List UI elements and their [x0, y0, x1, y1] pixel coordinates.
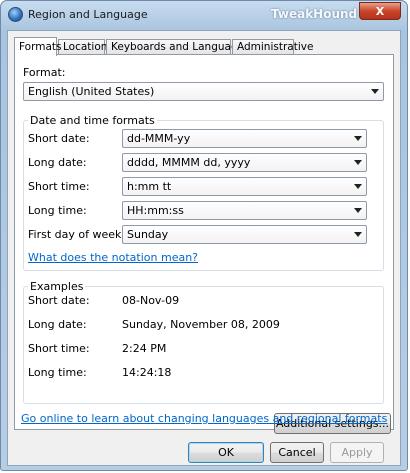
first-day-of-week-select-value: Sunday [127, 228, 169, 241]
dialog-client-area: Formats Location Keyboards and Languages… [7, 30, 401, 466]
globe-icon [8, 7, 23, 22]
title-bar[interactable]: Region and Language TweakHound X [1, 1, 407, 29]
example-short-time-label: Short time: [28, 342, 90, 355]
tab-administrative[interactable]: Administrative [232, 39, 313, 55]
example-long-time-label: Long time: [28, 366, 87, 379]
short-date-select[interactable]: dd-MMM-yy [122, 129, 367, 148]
chevron-down-icon [354, 160, 362, 165]
chevron-down-icon [354, 232, 362, 237]
notation-help-link[interactable]: What does the notation mean? [28, 251, 198, 264]
short-time-select[interactable]: h:mm tt [122, 177, 367, 196]
chevron-down-icon [354, 136, 362, 141]
format-select-value: English (United States) [28, 85, 155, 98]
tab-location[interactable]: Location [58, 39, 107, 55]
example-short-time-value: 2:24 PM [122, 342, 167, 355]
examples-group: Examples Short date: 08-Nov-09 Long date… [23, 280, 384, 404]
region-language-window: Region and Language TweakHound X Formats… [0, 0, 408, 471]
example-short-date-value: 08-Nov-09 [122, 294, 180, 307]
long-date-select-value: dddd, MMMM dd, yyyy [127, 156, 251, 169]
watermark-text: TweakHound [271, 7, 358, 21]
first-day-of-week-select[interactable]: Sunday [122, 225, 367, 244]
long-date-select[interactable]: dddd, MMMM dd, yyyy [122, 153, 367, 172]
long-time-select[interactable]: HH:mm:ss [122, 201, 367, 220]
window-title: Region and Language [28, 8, 148, 21]
example-long-time-value: 14:24:18 [122, 366, 172, 379]
short-time-select-value: h:mm tt [127, 180, 172, 193]
example-short-date-label: Short date: [28, 294, 90, 307]
short-date-label: Short date: [28, 132, 90, 145]
examples-title: Examples [28, 280, 86, 293]
date-time-formats-group: Date and time formats Short date: dd-MMM… [23, 114, 384, 271]
chevron-down-icon [354, 184, 362, 189]
short-time-label: Short time: [28, 180, 90, 193]
cancel-button[interactable]: Cancel [270, 442, 324, 463]
long-date-label: Long date: [28, 156, 87, 169]
format-label: Format: [23, 66, 66, 79]
formats-panel: Format: English (United States) Date and… [14, 54, 394, 434]
example-long-date-value: Sunday, November 08, 2009 [122, 318, 280, 331]
long-time-select-value: HH:mm:ss [127, 204, 184, 217]
chevron-down-icon [354, 208, 362, 213]
ok-button[interactable]: OK [188, 442, 264, 463]
online-help-link[interactable]: Go online to learn about changing langua… [21, 412, 387, 425]
tab-keyboards-and-languages[interactable]: Keyboards and Languages [106, 39, 250, 55]
close-button[interactable]: X [359, 2, 401, 20]
close-icon: X [375, 5, 385, 18]
chevron-down-icon [371, 89, 379, 94]
short-date-select-value: dd-MMM-yy [127, 132, 191, 145]
long-time-label: Long time: [28, 204, 87, 217]
date-time-formats-title: Date and time formats [28, 114, 157, 127]
first-day-of-week-label: First day of week: [28, 228, 126, 241]
apply-button[interactable]: Apply [330, 442, 384, 463]
example-long-date-label: Long date: [28, 318, 87, 331]
tab-formats[interactable]: Formats [14, 37, 61, 56]
format-select[interactable]: English (United States) [23, 82, 384, 101]
